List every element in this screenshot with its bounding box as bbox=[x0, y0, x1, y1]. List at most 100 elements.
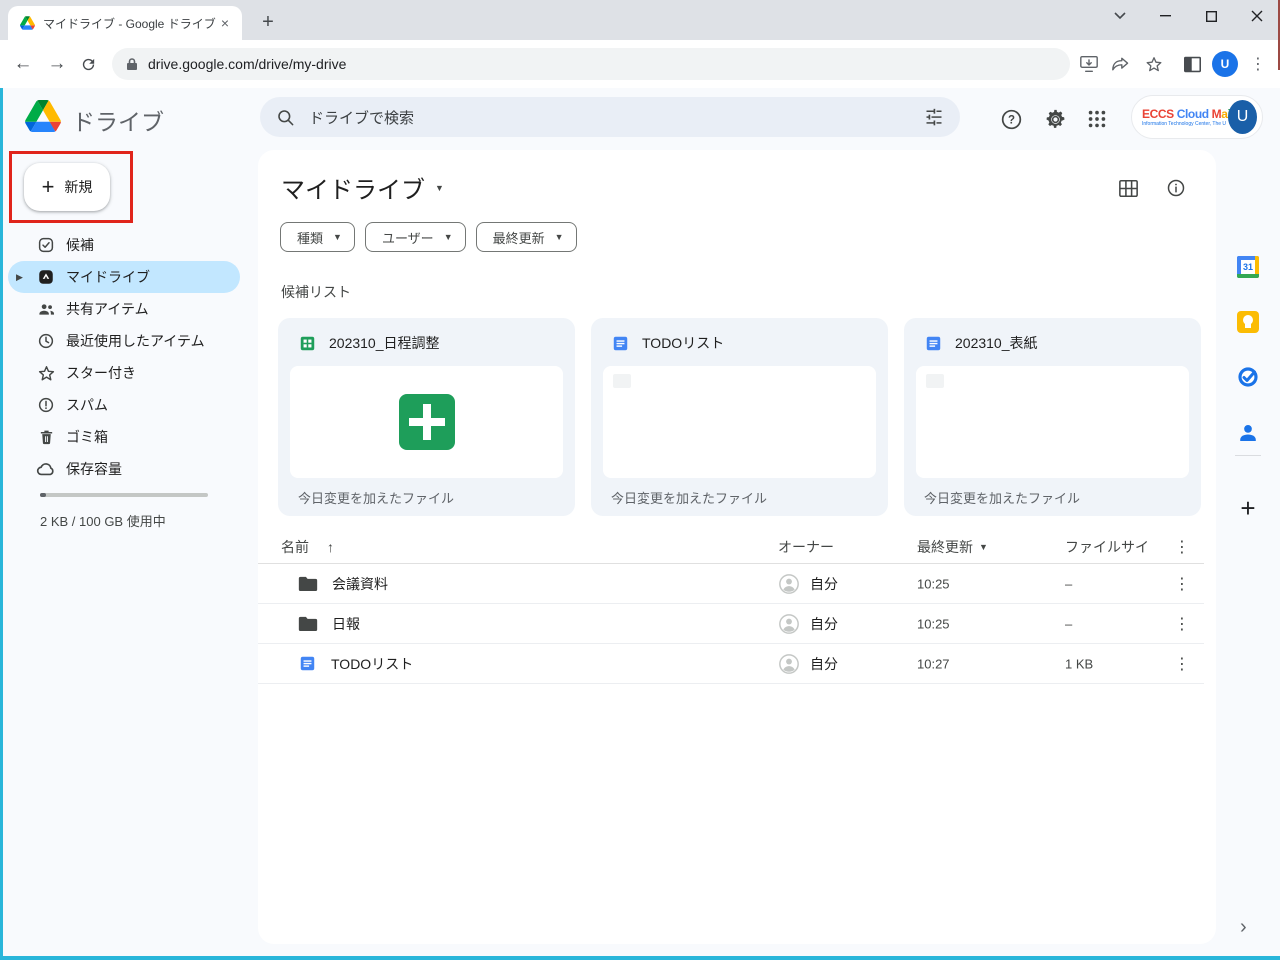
account-avatar[interactable]: U bbox=[1228, 100, 1257, 134]
search-bar[interactable]: ドライブで検索 bbox=[260, 97, 960, 137]
tab-search-icon[interactable] bbox=[1100, 0, 1140, 32]
people-icon bbox=[36, 299, 56, 319]
table-row[interactable]: 日報 自分 10:25 – ⋮ bbox=[258, 604, 1204, 644]
sort-descending-icon: ▼ bbox=[979, 542, 988, 552]
filter-chip-type[interactable]: 種類▼ bbox=[280, 222, 355, 252]
sort-ascending-icon[interactable]: ↑ bbox=[327, 539, 334, 555]
modified-time: 10:25 bbox=[917, 576, 950, 591]
chevron-down-icon: ▼ bbox=[333, 232, 342, 242]
install-icon[interactable] bbox=[1077, 52, 1101, 76]
column-size[interactable]: ファイルサイ bbox=[1065, 537, 1149, 557]
address-bar[interactable]: drive.google.com/drive/my-drive bbox=[112, 48, 1070, 80]
storage-progress-used bbox=[40, 493, 46, 497]
reload-icon[interactable] bbox=[74, 50, 102, 78]
lock-icon bbox=[126, 57, 138, 71]
browser-toolbar: ← → drive.google.com/drive/my-drive U ⋮ bbox=[0, 40, 1280, 88]
search-icon bbox=[276, 108, 295, 127]
back-icon[interactable]: ← bbox=[9, 50, 37, 78]
trash-icon bbox=[36, 427, 56, 447]
file-name: TODOリスト bbox=[331, 654, 413, 674]
table-row[interactable]: TODOリスト 自分 10:27 1 KB ⋮ bbox=[258, 644, 1204, 684]
suggested-check-icon bbox=[36, 235, 56, 255]
google-calendar-icon[interactable]: 31 bbox=[1236, 255, 1260, 279]
cloud-icon bbox=[36, 459, 56, 479]
main-content: マイドライブ ▼ 種類▼ ユーザー▼ 最終更新▼ 候補リスト bbox=[258, 150, 1216, 944]
file-size: 1 KB bbox=[1065, 656, 1093, 671]
browser-tab[interactable]: マイドライブ - Google ドライブ × bbox=[8, 6, 242, 40]
sidebar-item-suggested[interactable]: 候補 bbox=[8, 229, 240, 261]
page-title[interactable]: マイドライブ ▼ bbox=[281, 170, 444, 205]
file-preview bbox=[603, 366, 876, 478]
forward-icon[interactable]: → bbox=[43, 50, 71, 78]
faint-doc-thumbnail bbox=[613, 374, 631, 388]
modified-time: 10:27 bbox=[917, 656, 950, 671]
filter-chip-modified[interactable]: 最終更新▼ bbox=[476, 222, 577, 252]
share-icon[interactable] bbox=[1109, 52, 1133, 76]
drive-logo bbox=[25, 100, 61, 132]
suggested-card[interactable]: TODOリスト 今日変更を加えたファイル bbox=[591, 318, 888, 516]
row-menu-icon[interactable]: ⋮ bbox=[1168, 570, 1196, 598]
grid-view-toggle-icon[interactable] bbox=[1114, 174, 1142, 202]
side-panel-icon[interactable] bbox=[1180, 52, 1204, 76]
drive-app: ドライブ ドライブで検索 ? ECCS Cloud Mail Informati… bbox=[0, 88, 1280, 960]
tab-close-icon[interactable]: × bbox=[216, 14, 234, 32]
settings-gear-icon[interactable] bbox=[1041, 105, 1069, 133]
file-name: 日報 bbox=[332, 614, 360, 634]
sidebar-item-spam[interactable]: スパム bbox=[8, 389, 240, 421]
info-icon[interactable] bbox=[1162, 174, 1190, 202]
drive-favicon bbox=[20, 16, 35, 30]
file-size: – bbox=[1065, 616, 1072, 631]
show-side-panel-icon[interactable]: › bbox=[1240, 916, 1247, 939]
google-keep-icon[interactable] bbox=[1236, 310, 1260, 334]
row-menu-icon[interactable]: ⋮ bbox=[1168, 610, 1196, 638]
app-name: ドライブ bbox=[72, 103, 164, 137]
table-options-icon[interactable]: ⋮ bbox=[1168, 533, 1196, 561]
account-badge[interactable]: ECCS Cloud Mail Information Technology C… bbox=[1131, 95, 1263, 139]
expand-arrow-icon[interactable]: ▶ bbox=[16, 272, 23, 283]
help-icon[interactable]: ? bbox=[997, 105, 1025, 133]
spam-icon bbox=[36, 395, 56, 415]
search-options-icon[interactable] bbox=[924, 107, 944, 127]
google-tasks-icon[interactable] bbox=[1236, 365, 1260, 389]
owner-name: 自分 bbox=[810, 574, 838, 594]
suggested-card[interactable]: 202310_表紙 今日変更を加えたファイル bbox=[904, 318, 1201, 516]
sidebar-item-shared[interactable]: 共有アイテム bbox=[8, 293, 240, 325]
browser-menu-icon[interactable]: ⋮ bbox=[1246, 52, 1270, 76]
docs-file-icon bbox=[924, 334, 943, 353]
folder-icon bbox=[298, 575, 318, 592]
google-contacts-icon[interactable] bbox=[1236, 421, 1260, 445]
faint-doc-thumbnail bbox=[926, 374, 944, 388]
window-minimize-button[interactable] bbox=[1142, 0, 1188, 32]
sheets-file-icon bbox=[298, 334, 317, 353]
file-size: – bbox=[1065, 576, 1072, 591]
storage-progress-bar bbox=[40, 493, 208, 497]
new-tab-button[interactable]: + bbox=[254, 8, 282, 36]
column-modified[interactable]: 最終更新 bbox=[917, 537, 973, 557]
suggested-heading: 候補リスト bbox=[281, 282, 351, 302]
table-row[interactable]: 会議資料 自分 10:25 – ⋮ bbox=[258, 564, 1204, 604]
apps-grid-icon[interactable] bbox=[1083, 105, 1111, 133]
sidebar-item-my-drive[interactable]: ▶ マイドライブ bbox=[8, 261, 240, 293]
star-icon bbox=[36, 363, 56, 383]
row-menu-icon[interactable]: ⋮ bbox=[1168, 650, 1196, 678]
sidebar-item-starred[interactable]: スター付き bbox=[8, 357, 240, 389]
filter-chip-people[interactable]: ユーザー▼ bbox=[365, 222, 466, 252]
screen-share-border-bottom bbox=[0, 956, 1280, 960]
browser-profile-avatar[interactable]: U bbox=[1212, 51, 1238, 77]
owner-avatar-icon bbox=[778, 573, 800, 595]
bookmark-star-icon[interactable] bbox=[1142, 52, 1166, 76]
my-drive-icon bbox=[36, 267, 56, 287]
chevron-down-icon: ▼ bbox=[555, 232, 564, 242]
url-text: drive.google.com/drive/my-drive bbox=[148, 56, 346, 72]
file-name: 会議資料 bbox=[332, 574, 388, 594]
sidebar-item-recent[interactable]: 最近使用したアイテム bbox=[8, 325, 240, 357]
sidebar-item-storage[interactable]: 保存容量 bbox=[8, 453, 240, 485]
file-table-header: 名前 ↑ オーナー 最終更新 ▼ ファイルサイ ⋮ bbox=[258, 530, 1204, 564]
column-name[interactable]: 名前 bbox=[281, 537, 309, 557]
sidebar-item-trash[interactable]: ゴミ箱 bbox=[8, 421, 240, 453]
column-owner[interactable]: オーナー bbox=[778, 537, 834, 557]
window-maximize-button[interactable] bbox=[1188, 0, 1234, 32]
get-add-ons-icon[interactable]: + bbox=[1240, 493, 1255, 524]
window-close-button[interactable] bbox=[1234, 0, 1280, 32]
suggested-card[interactable]: 202310_日程調整 今日変更を加えたファイル bbox=[278, 318, 575, 516]
